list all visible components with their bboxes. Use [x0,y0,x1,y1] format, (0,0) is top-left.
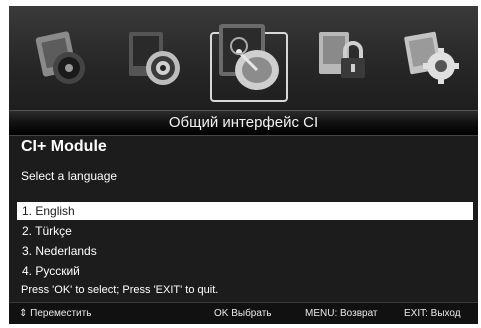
select-language-prompt: Select a language [21,169,118,183]
settings-gear-icon[interactable] [399,24,465,90]
footer-ok-hint: OK Выбрать [214,308,272,319]
language-item-dutch[interactable]: 3. Nederlands [17,242,473,260]
media-player-icon[interactable] [31,24,97,90]
recording-icon[interactable] [123,24,189,90]
instruction-hint: Press 'OK' to select; Press 'EXIT' to qu… [21,284,219,296]
footer-exit-hint: EXIT: Выход [404,308,461,319]
lock-icon[interactable] [309,24,375,90]
key-help-footer: ⇕ Переместить OK Выбрать MENU: Возврат E… [9,302,478,324]
main-menu-icon-bar [9,6,478,110]
page-title-bar: Общий интерфейс CI [9,110,478,136]
footer-menu-hint: MENU: Возврат [305,308,378,319]
language-item-english[interactable]: 1. English [17,202,473,220]
ci-module-panel: CI+ Module Select a language 1. English … [9,136,478,300]
tv-screen: Общий интерфейс CI CI+ Module Select a l… [9,6,478,324]
page-title: Общий интерфейс CI [168,114,319,131]
footer-move-hint: ⇕ Переместить [19,308,92,319]
language-list: 1. English 2. Türkçe 3. Nederlands 4. Ру… [17,202,473,282]
language-item-russian[interactable]: 4. Русский [17,262,473,280]
module-title: CI+ Module [21,138,107,155]
language-item-turkish[interactable]: 2. Türkçe [17,222,473,240]
satellite-dish-icon[interactable] [209,16,289,100]
